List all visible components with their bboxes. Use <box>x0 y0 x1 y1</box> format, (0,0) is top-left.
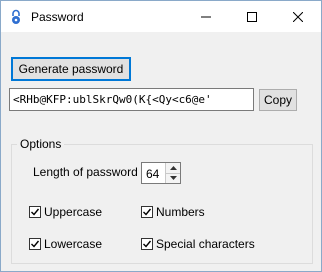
chevron-up-icon <box>169 166 177 170</box>
checkbox-box[interactable] <box>141 238 153 250</box>
options-group-title: Options <box>17 137 65 151</box>
checkbox-box[interactable] <box>29 238 41 250</box>
password-output-field[interactable]: <RHb@KFP:ublSkrQw0(K{<Qy<c6@e' <box>9 88 254 111</box>
checkmark-icon <box>143 240 152 248</box>
spinner-down-button[interactable] <box>166 173 180 183</box>
checkbox-box[interactable] <box>29 206 41 218</box>
numbers-label: Numbers <box>156 205 205 219</box>
lowercase-checkbox[interactable]: Lowercase <box>29 237 102 251</box>
generate-password-button[interactable]: Generate password <box>11 57 131 81</box>
special-characters-checkbox[interactable]: Special characters <box>141 237 255 251</box>
checkbox-box[interactable] <box>141 206 153 218</box>
special-characters-label: Special characters <box>156 237 255 251</box>
length-spinner[interactable]: 64 <box>141 162 181 184</box>
length-value[interactable]: 64 <box>146 167 159 181</box>
checkmark-icon <box>31 240 40 248</box>
lowercase-label: Lowercase <box>44 237 103 251</box>
length-label: Length of password <box>33 165 138 179</box>
close-button[interactable] <box>275 1 321 32</box>
maximize-icon <box>247 11 257 22</box>
spinner-buttons <box>165 163 180 183</box>
checkmark-icon <box>143 208 152 216</box>
uppercase-checkbox[interactable]: Uppercase <box>29 205 102 219</box>
maximize-button[interactable] <box>229 1 275 32</box>
window-title: Password <box>31 10 84 24</box>
minimize-icon <box>201 16 211 17</box>
title-bar[interactable]: Password <box>1 1 321 32</box>
numbers-checkbox[interactable]: Numbers <box>141 205 205 219</box>
checkmark-icon <box>31 208 40 216</box>
minimize-button[interactable] <box>183 1 229 32</box>
copy-button[interactable]: Copy <box>259 89 297 111</box>
close-icon <box>293 11 303 22</box>
lock-icon <box>10 9 22 25</box>
password-window: Password Generate password <RHb@KFP:ublS… <box>0 0 322 272</box>
uppercase-label: Uppercase <box>44 205 103 219</box>
chevron-down-icon <box>169 176 177 180</box>
